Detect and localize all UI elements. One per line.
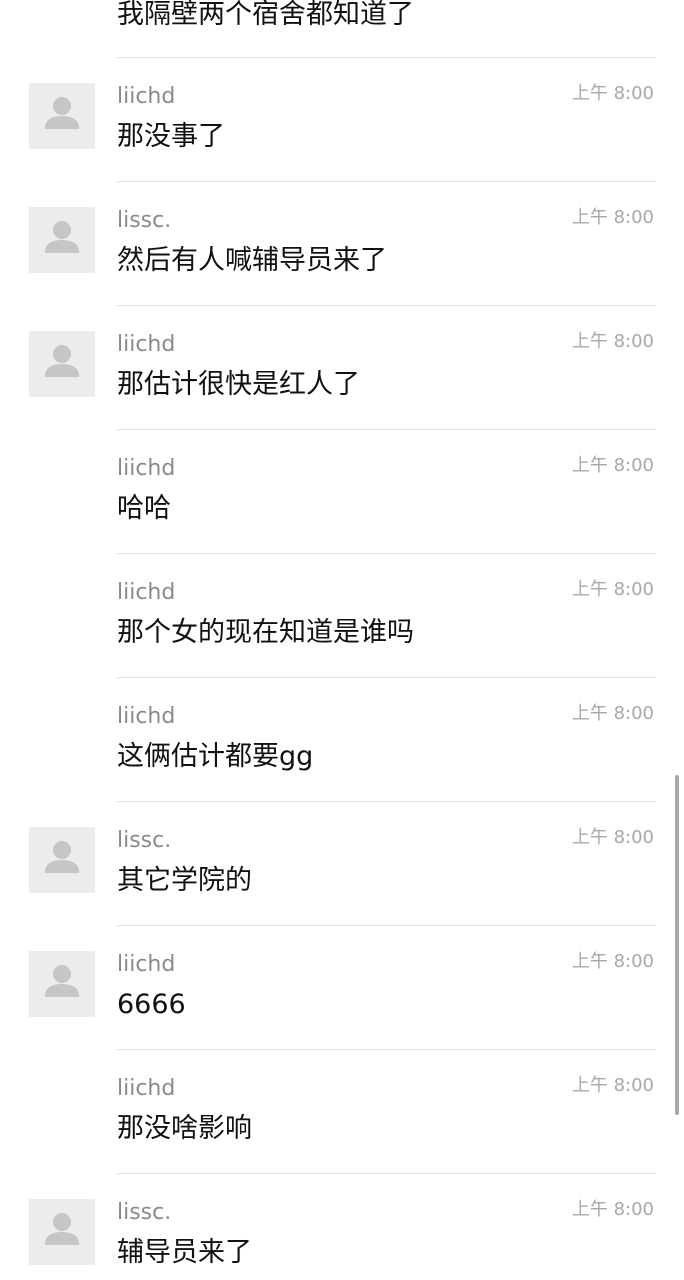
message-item[interactable]: liichd 上午 8:00 哈哈 [0,430,684,554]
message-text: 我隔壁两个宿舍都知道了 [117,0,414,30]
sender-name[interactable]: liichd [117,950,175,980]
message-timestamp: 上午 8:00 [571,455,654,476]
message-timestamp: 上午 8:00 [571,1199,654,1220]
default-user-icon [45,345,79,377]
message-text: 辅导员来了 [117,1237,252,1268]
message-text: 其它学院的 [117,865,252,896]
message-item[interactable]: liichd 上午 8:00 那个女的现在知道是谁吗 [0,554,684,678]
default-user-icon [45,965,79,997]
message-text: 这俩估计都要gg [117,741,314,772]
avatar[interactable] [29,207,95,273]
message-text: 哈哈 [117,493,171,524]
message-text: 6666 [117,989,186,1020]
sender-name[interactable]: lissc. [117,206,171,236]
message-timestamp: 上午 8:00 [571,951,654,972]
message-timestamp: 上午 8:00 [571,331,654,352]
message-item[interactable]: liichd 上午 8:00 那估计很快是红人了 [0,306,684,430]
message-timestamp: 上午 8:00 [571,703,654,724]
avatar[interactable] [29,1199,95,1265]
message-text: 然后有人喊辅导员来了 [117,245,387,276]
message-item[interactable]: liichd 上午 8:00 这俩估计都要gg [0,678,684,802]
message-timestamp: 上午 8:00 [571,207,654,228]
sender-name[interactable]: liichd [117,82,175,112]
default-user-icon [45,841,79,873]
message-timestamp: 上午 8:00 [571,1075,654,1096]
sender-name[interactable]: lissc. [117,826,171,856]
default-user-icon [45,97,79,129]
message-text: 那估计很快是红人了 [117,369,360,400]
avatar[interactable] [29,331,95,397]
avatar[interactable] [29,83,95,149]
message-item[interactable]: lissc. 上午 8:00 辅导员来了 [0,1174,684,1280]
message-item[interactable]: lissc. 上午 8:00 然后有人喊辅导员来了 [0,182,684,306]
message-item[interactable]: lissc. 上午 8:00 其它学院的 [0,802,684,926]
message-item[interactable]: liichd 上午 8:00 那没事了 [0,58,684,182]
message-item[interactable]: liichd 上午 8:00 6666 [0,926,684,1050]
message-text: 那个女的现在知道是谁吗 [117,617,414,648]
sender-name[interactable]: liichd [117,1074,175,1104]
sender-name[interactable]: liichd [117,578,175,608]
avatar[interactable] [29,951,95,1017]
scrollbar[interactable] [675,775,679,1115]
sender-name[interactable]: liichd [117,454,175,484]
message-text: 那没事了 [117,121,225,152]
message-text: 那没啥影响 [117,1113,252,1144]
avatar[interactable] [29,827,95,893]
default-user-icon [45,221,79,253]
sender-name[interactable]: liichd [117,330,175,360]
message-timestamp: 上午 8:00 [571,827,654,848]
message-timestamp: 上午 8:00 [571,83,654,104]
message-timestamp: 上午 8:00 [571,579,654,600]
chat-message-list[interactable]: 我隔壁两个宿舍都知道了 liichd 上午 8:00 那没事了 lissc. 上… [0,0,684,1280]
sender-name[interactable]: liichd [117,702,175,732]
message-item[interactable]: liichd 上午 8:00 那没啥影响 [0,1050,684,1174]
sender-name[interactable]: lissc. [117,1198,171,1228]
default-user-icon [45,1213,79,1245]
